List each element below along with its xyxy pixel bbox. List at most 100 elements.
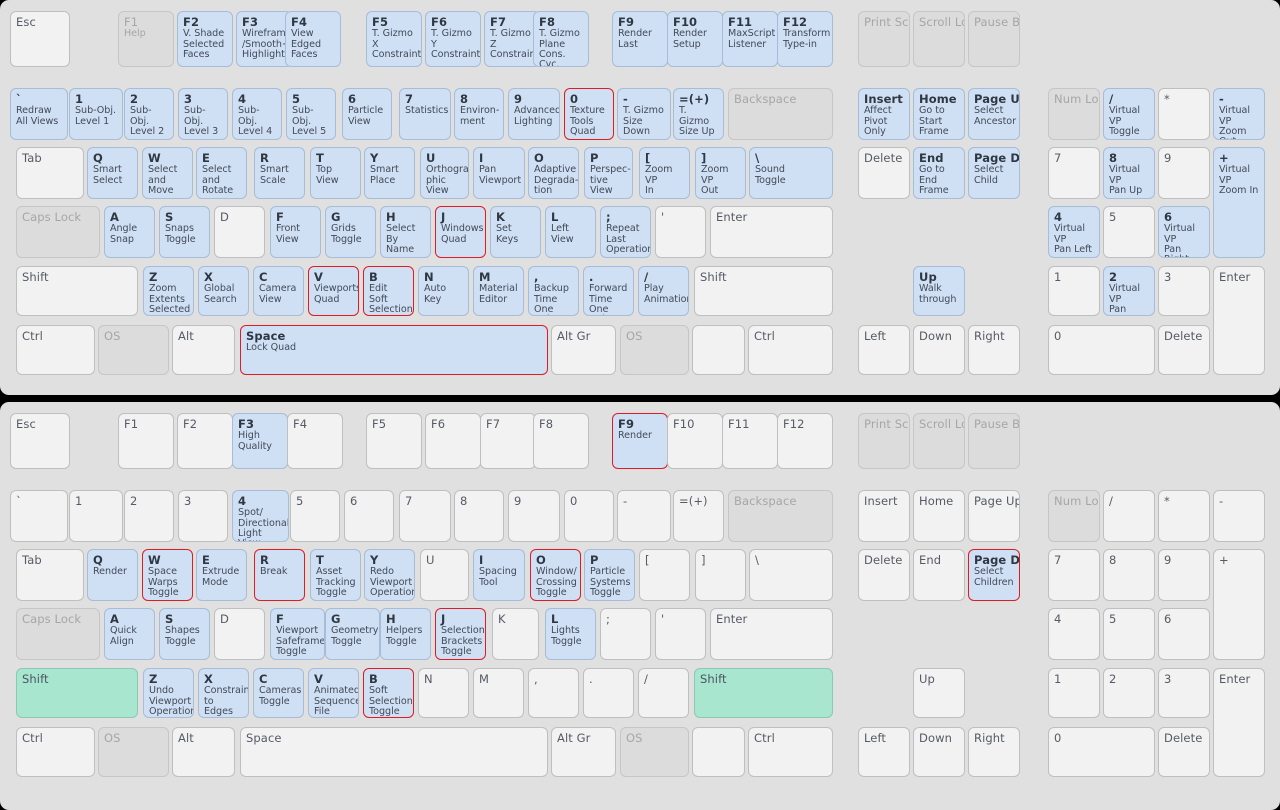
key-insert[interactable]: Insert	[858, 490, 910, 542]
key-f12[interactable]: F12 Transform Type-in	[777, 11, 833, 67]
key-4[interactable]: 4 Virtual VP Pan Left	[1048, 206, 1100, 258]
key-f6[interactable]: F6	[425, 413, 481, 469]
key-blank[interactable]: `	[10, 490, 68, 542]
key-f11[interactable]: F11 MaxScript Listener	[722, 11, 778, 67]
key-f2[interactable]: F2	[177, 413, 233, 469]
key-backspace[interactable]: Backspace	[728, 490, 833, 542]
key-os[interactable]: OS	[98, 325, 169, 375]
key-k[interactable]: K	[492, 608, 539, 660]
key-blank[interactable]: ]	[695, 549, 746, 601]
key-page-dn[interactable]: Page DnSelect Child	[968, 147, 1020, 199]
key-9[interactable]: 9	[1158, 549, 1210, 601]
key-s[interactable]: S Shapes Toggle	[159, 608, 210, 660]
key-shift[interactable]: Shift	[694, 266, 833, 316]
key-blank[interactable]: =(+)	[673, 490, 724, 542]
key-blank[interactable]: / Virtual VP Toggle	[1103, 88, 1155, 140]
key-e[interactable]: E Select and Rotate	[196, 147, 247, 199]
key-print-screen[interactable]: Print Screen	[858, 11, 910, 67]
key-6[interactable]: 6 Particle View	[342, 88, 392, 140]
key-blank[interactable]: .	[583, 668, 634, 718]
key-e[interactable]: E Extrude Mode	[196, 549, 247, 601]
key-esc[interactable]: Esc	[10, 11, 70, 67]
key-f7[interactable]: F7 T. Gizmo Z Constraint	[484, 11, 540, 67]
key-caps-lock[interactable]: Caps Lock	[16, 206, 100, 258]
key-9[interactable]: 9	[1158, 147, 1210, 199]
key-i[interactable]: I Spacing Tool	[473, 549, 525, 601]
key-j[interactable]: J Selection Brackets Toggle	[435, 608, 486, 660]
key-blank[interactable]: -	[1213, 490, 1265, 542]
key-r[interactable]: R Smart Scale	[254, 147, 305, 199]
key-blank[interactable]: - T. Gizmo Size Down	[617, 88, 671, 140]
key-0[interactable]: 0	[564, 490, 614, 542]
key-blank[interactable]: '	[655, 608, 706, 660]
key-9[interactable]: 9 Advanced Lighting	[508, 88, 560, 140]
key-end[interactable]: End Go to End Frame	[913, 147, 965, 199]
key-insert[interactable]: Insert Affect Pivot Only	[858, 88, 910, 140]
key-4[interactable]: 4	[1048, 608, 1100, 660]
key-alt-gr[interactable]: Alt Gr	[551, 325, 616, 375]
key-ctrl[interactable]: Ctrl	[16, 727, 95, 777]
key-2[interactable]: 2	[1103, 668, 1155, 718]
key-j[interactable]: J Windows Quad	[435, 206, 486, 258]
key-f8[interactable]: F8	[533, 413, 589, 469]
key-9[interactable]: 9	[508, 490, 560, 542]
key-1[interactable]: 1 Sub-Obj. Level 1	[69, 88, 123, 140]
key-a[interactable]: A Angle Snap	[104, 206, 155, 258]
key-num-lock[interactable]: Num Lock	[1048, 88, 1100, 140]
key-alt[interactable]: Alt	[172, 325, 235, 375]
key-delete[interactable]: Delete	[1158, 325, 1210, 375]
key-space[interactable]: Space	[240, 727, 548, 777]
key-7[interactable]: 7	[1048, 147, 1100, 199]
key-f4[interactable]: F4	[287, 413, 343, 469]
key-up[interactable]: Up Walk through	[913, 266, 965, 316]
key-os[interactable]: OS	[620, 727, 689, 777]
key-blank[interactable]: + Virtual VP Zoom In	[1213, 147, 1265, 258]
key-3[interactable]: 3 Sub-Obj. Level 3	[178, 88, 228, 140]
key-f5[interactable]: F5 T. Gizmo X Constraint	[366, 11, 422, 67]
key-d[interactable]: D	[214, 206, 265, 258]
key-print-screen[interactable]: Print Screen	[858, 413, 910, 469]
key-2[interactable]: 2 Sub-Obj. Level 2	[124, 88, 174, 140]
key-blank[interactable]: *	[1158, 88, 1210, 140]
key-blank[interactable]: ; Repeat Last Operation	[600, 206, 651, 258]
key-blank[interactable]: /	[638, 668, 689, 718]
key-z[interactable]: Z Zoom Extents Selected	[143, 266, 194, 316]
key-enter[interactable]: Enter	[1213, 668, 1265, 777]
key-ctrl[interactable]: Ctrl	[16, 325, 95, 375]
key-0[interactable]: 0	[1048, 325, 1155, 375]
key-8[interactable]: 8 Virtual VP Pan Up	[1103, 147, 1155, 199]
key-down[interactable]: Down	[913, 727, 965, 777]
key-2[interactable]: 2	[124, 490, 174, 542]
key-blank[interactable]: /	[1103, 490, 1155, 542]
key-tab[interactable]: Tab	[16, 549, 84, 601]
key-m[interactable]: M Material Editor	[473, 266, 524, 316]
key-o[interactable]: O Adaptive Degrada- tion	[528, 147, 579, 199]
key-t[interactable]: T Asset Tracking Toggle	[310, 549, 361, 601]
key-5[interactable]: 5	[290, 490, 340, 542]
key-ctrl[interactable]: Ctrl	[748, 727, 833, 777]
key-space[interactable]: Space Lock Quad	[240, 325, 548, 375]
key-shift[interactable]: Shift	[16, 266, 138, 316]
key-0[interactable]: 0	[1048, 727, 1155, 777]
key-os[interactable]: OS	[620, 325, 689, 375]
key-down[interactable]: Down	[913, 325, 965, 375]
key-f2[interactable]: F2 V. Shade Selected Faces	[177, 11, 233, 67]
key-f1[interactable]: F1 Help	[118, 11, 174, 67]
key-page-up[interactable]: Page UpSelect Ancestor	[968, 88, 1020, 140]
key-caps-lock[interactable]: Caps Lock	[16, 608, 100, 660]
key-num-lock[interactable]: Num Lock	[1048, 490, 1100, 542]
key-s[interactable]: S Snaps Toggle	[159, 206, 210, 258]
key-f1[interactable]: F1	[118, 413, 174, 469]
key-delete[interactable]: Delete	[858, 147, 910, 199]
key-home[interactable]: Home Go to Start Frame	[913, 88, 965, 140]
key-f4[interactable]: F4 View Edged Faces	[285, 11, 341, 67]
key-blank[interactable]	[692, 325, 745, 375]
key-l[interactable]: L Lights Toggle	[545, 608, 596, 660]
key-pause-break[interactable]: Pause Break	[968, 11, 1020, 67]
key-blank[interactable]: -Virtual VP Zoom Out	[1213, 88, 1265, 140]
key-7[interactable]: 7 Statistics	[399, 88, 451, 140]
key-6[interactable]: 6Virtual VP Pan Right	[1158, 206, 1210, 258]
key-blank[interactable]: '	[655, 206, 706, 258]
key-w[interactable]: W Select and Move	[142, 147, 193, 199]
key-f[interactable]: F Front View	[270, 206, 321, 258]
